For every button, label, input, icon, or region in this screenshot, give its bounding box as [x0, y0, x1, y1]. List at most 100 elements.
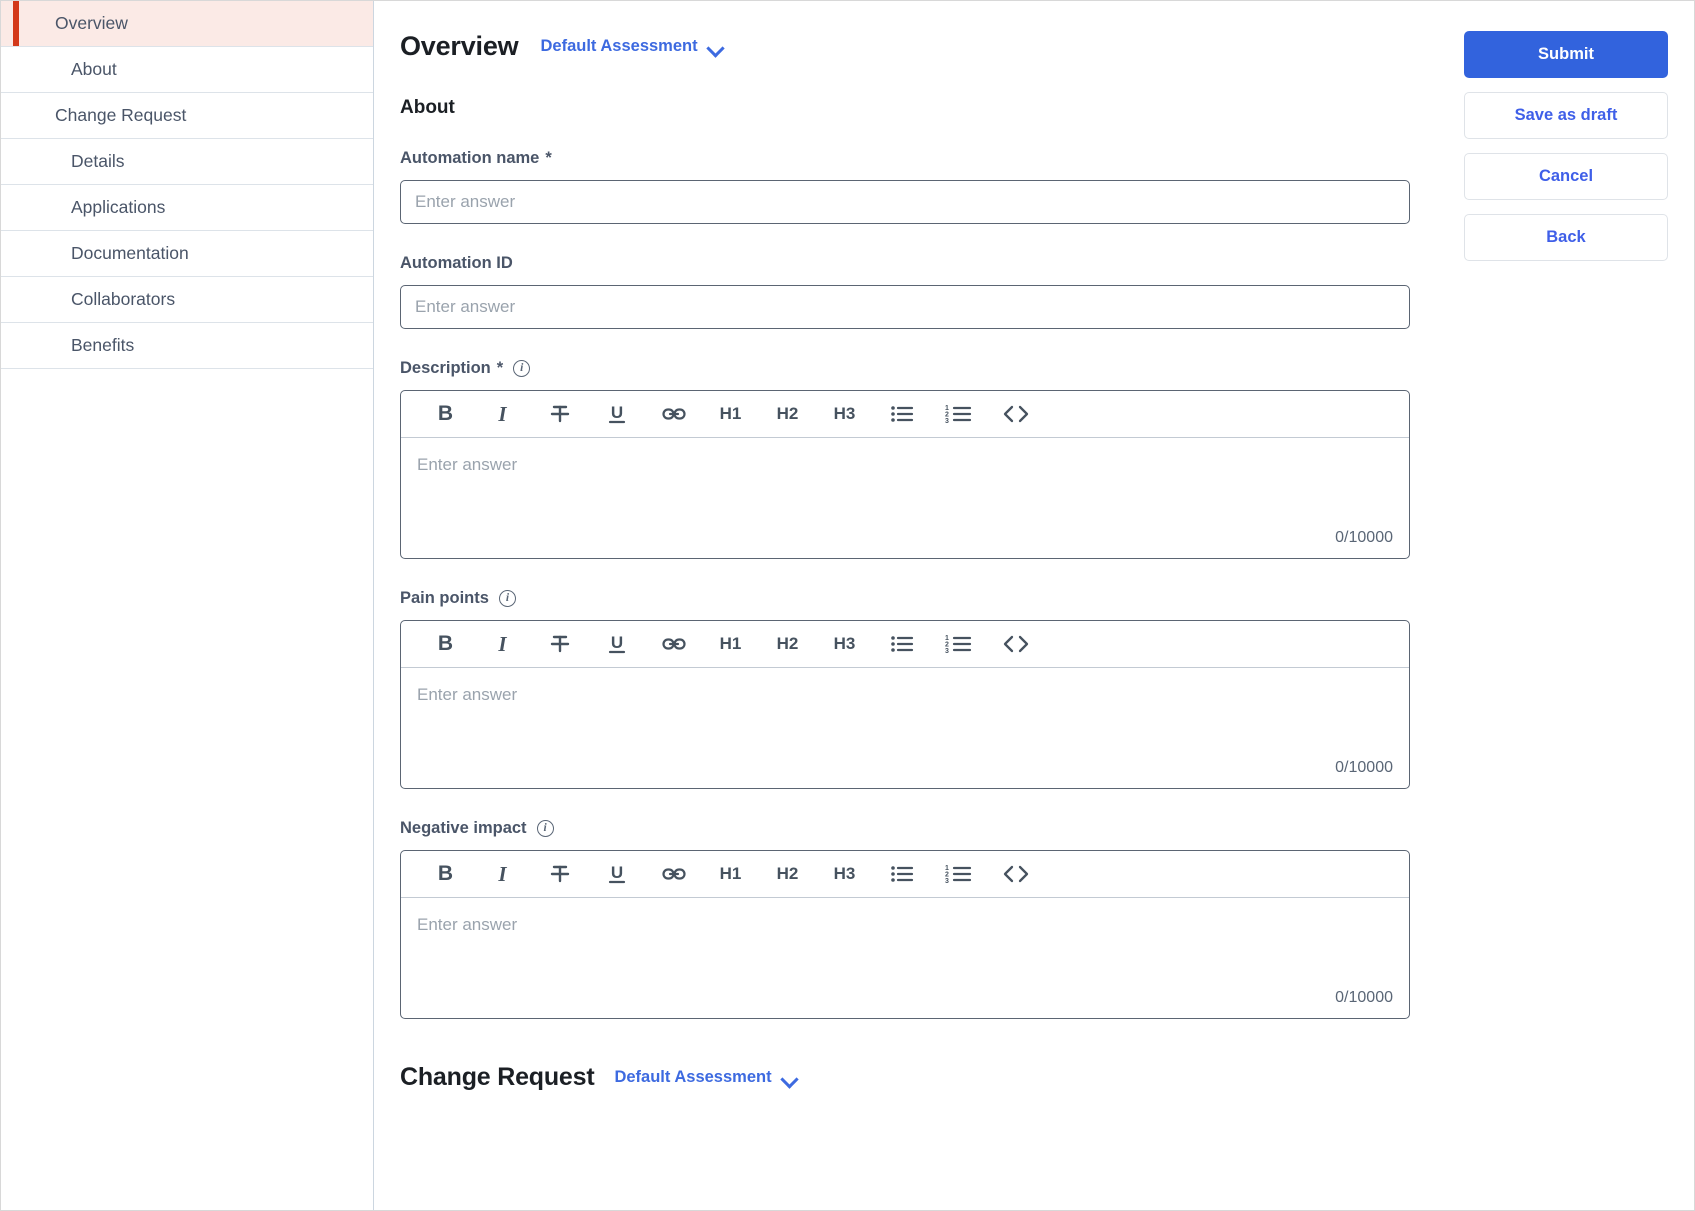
code-block-icon[interactable]	[987, 854, 1044, 894]
heading-1-icon[interactable]: H1	[702, 624, 759, 664]
character-counter: 0/10000	[1335, 529, 1393, 546]
pain-points-editor-body[interactable]: Enter answer 0/10000	[401, 668, 1409, 788]
sidebar-item-label: Change Request	[55, 105, 187, 125]
field-description: Description * i B I U H1 H2 H3 1 2 3 Ent…	[400, 359, 1410, 559]
pain-points-rich-text-editor: B I U H1 H2 H3 1 2 3 Enter answer 0/1000…	[400, 620, 1410, 789]
action-button-group: Submit Save as draft Cancel Back	[1464, 31, 1668, 261]
chevron-down-icon	[708, 42, 723, 51]
numbered-list-icon[interactable]: 123	[930, 624, 987, 664]
sidebar-item-label: Applications	[71, 197, 166, 217]
heading-2-icon[interactable]: H2	[759, 854, 816, 894]
bullet-list-icon[interactable]	[873, 624, 930, 664]
underline-icon[interactable]: U	[588, 624, 645, 664]
heading-3-icon[interactable]: H3	[816, 854, 873, 894]
sidebar-item-documentation[interactable]: Documentation	[1, 231, 373, 277]
sidebar-item-change-request[interactable]: Change Request	[1, 93, 373, 139]
label-text: Negative impact	[400, 819, 527, 837]
sidebar-item-applications[interactable]: Applications	[1, 185, 373, 231]
strikethrough-icon[interactable]	[531, 394, 588, 434]
description-editor-body[interactable]: Enter answer 0/10000	[401, 438, 1409, 558]
svg-text:3: 3	[945, 648, 949, 655]
label-text: Automation name	[400, 149, 540, 167]
character-counter: 0/10000	[1335, 989, 1393, 1006]
sidebar-navigation: Overview About Change Request Details Ap…	[1, 1, 374, 1210]
sidebar-item-benefits[interactable]: Benefits	[1, 323, 373, 369]
bold-icon[interactable]: B	[417, 854, 474, 894]
svg-text:U: U	[610, 863, 622, 882]
field-label: Automation ID	[400, 254, 1410, 273]
sidebar-item-overview[interactable]: Overview	[1, 1, 373, 47]
sidebar-item-details[interactable]: Details	[1, 139, 373, 185]
italic-icon[interactable]: I	[474, 624, 531, 664]
negative-impact-editor-body[interactable]: Enter answer 0/10000	[401, 898, 1409, 1018]
svg-text:3: 3	[945, 418, 949, 425]
numbered-list-icon[interactable]: 123	[930, 854, 987, 894]
italic-icon[interactable]: I	[474, 854, 531, 894]
field-label: Description * i	[400, 359, 1410, 378]
change-request-title: Change Request	[400, 1063, 595, 1091]
link-icon[interactable]	[645, 854, 702, 894]
info-icon[interactable]: i	[498, 590, 516, 607]
heading-2-icon[interactable]: H2	[759, 394, 816, 434]
sidebar-item-label: Collaborators	[71, 289, 176, 309]
page-title: Overview	[400, 30, 519, 61]
info-icon[interactable]: i	[513, 360, 531, 377]
field-label: Negative impact i	[400, 819, 1410, 838]
heading-1-icon[interactable]: H1	[702, 854, 759, 894]
back-button[interactable]: Back	[1464, 214, 1668, 261]
application-window: Overview About Change Request Details Ap…	[0, 0, 1695, 1211]
sidebar-item-label: About	[71, 59, 117, 79]
info-icon[interactable]: i	[536, 820, 554, 837]
code-block-icon[interactable]	[987, 624, 1044, 664]
assessment-dropdown[interactable]: Default Assessment	[540, 37, 722, 56]
underline-icon[interactable]: U	[588, 394, 645, 434]
editor-toolbar: B I U H1 H2 H3 1 2 3	[401, 621, 1409, 668]
editor-placeholder: Enter answer	[417, 915, 518, 934]
field-automation-id: Automation ID	[400, 254, 1410, 329]
editor-placeholder: Enter answer	[417, 685, 518, 704]
editor-toolbar: B I U H1 H2 H3 1 2 3	[401, 391, 1409, 438]
bold-icon[interactable]: B	[417, 394, 474, 434]
field-pain-points: Pain points i B I U H1 H2 H3 1 2 3 Enter…	[400, 589, 1410, 789]
sidebar-item-label: Benefits	[71, 335, 135, 355]
numbered-list-icon[interactable]: 123	[930, 394, 987, 434]
strikethrough-icon[interactable]	[531, 624, 588, 664]
italic-icon[interactable]: I	[474, 394, 531, 434]
character-counter: 0/10000	[1335, 759, 1393, 776]
sidebar-item-label: Documentation	[71, 243, 189, 263]
code-block-icon[interactable]	[987, 394, 1044, 434]
chevron-down-icon	[782, 1073, 797, 1082]
automation-name-input[interactable]	[400, 180, 1410, 224]
svg-text:3: 3	[945, 878, 949, 885]
heading-1-icon[interactable]: H1	[702, 394, 759, 434]
cancel-button[interactable]: Cancel	[1464, 153, 1668, 200]
heading-3-icon[interactable]: H3	[816, 624, 873, 664]
heading-2-icon[interactable]: H2	[759, 624, 816, 664]
about-section-heading: About	[400, 97, 455, 118]
submit-button[interactable]: Submit	[1464, 31, 1668, 78]
assessment-dropdown-label: Default Assessment	[614, 1068, 772, 1086]
bullet-list-icon[interactable]	[873, 854, 930, 894]
field-negative-impact: Negative impact i B I U H1 H2 H3 1 2 3 E…	[400, 819, 1410, 1019]
change-request-assessment-dropdown[interactable]: Default Assessment	[614, 1068, 796, 1087]
change-request-section-header: Change Request Default Assessment	[400, 1063, 1410, 1132]
automation-id-input[interactable]	[400, 285, 1410, 329]
heading-3-icon[interactable]: H3	[816, 394, 873, 434]
required-marker: *	[545, 149, 552, 167]
strikethrough-icon[interactable]	[531, 854, 588, 894]
bullet-list-icon[interactable]	[873, 394, 930, 434]
sidebar-item-collaborators[interactable]: Collaborators	[1, 277, 373, 323]
page-header: Overview Default Assessment	[400, 1, 1410, 61]
editor-toolbar: B I U H1 H2 H3 1 2 3	[401, 851, 1409, 898]
bold-icon[interactable]: B	[417, 624, 474, 664]
link-icon[interactable]	[645, 624, 702, 664]
sidebar-item-about[interactable]: About	[1, 47, 373, 93]
svg-text:U: U	[610, 403, 622, 422]
underline-icon[interactable]: U	[588, 854, 645, 894]
link-icon[interactable]	[645, 394, 702, 434]
label-text: Description	[400, 359, 491, 377]
negative-impact-rich-text-editor: B I U H1 H2 H3 1 2 3 Enter answer 0/1000…	[400, 850, 1410, 1019]
label-text: Pain points	[400, 589, 489, 607]
field-automation-name: Automation name *	[400, 149, 1410, 224]
save-as-draft-button[interactable]: Save as draft	[1464, 92, 1668, 139]
